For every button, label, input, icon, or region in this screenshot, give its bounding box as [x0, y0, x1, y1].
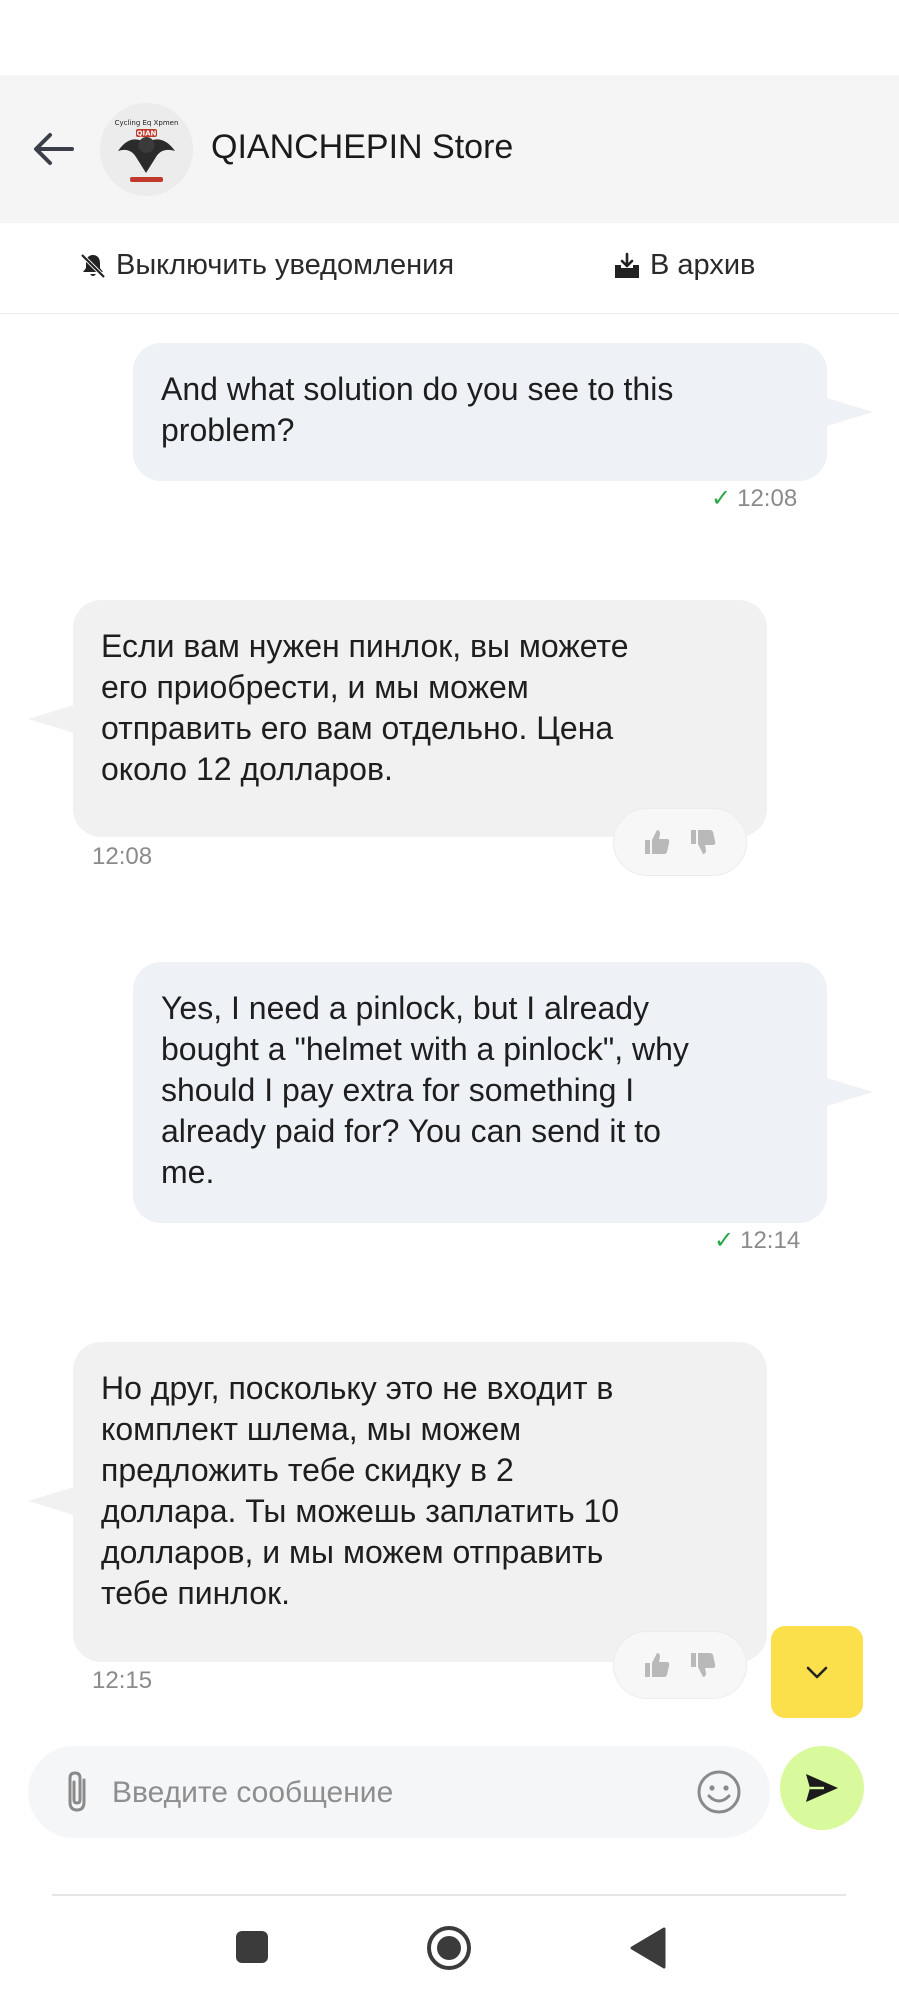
message-text-line: тебе пинлок. [101, 1575, 290, 1611]
chevron-down-icon [806, 1666, 828, 1679]
chat-screen: Cycling Eq Xpmen QIAN QIANCHEPIN Store В… [0, 0, 899, 2000]
back-button[interactable] [28, 123, 80, 175]
message-text-line: already paid for? You can send it to [161, 1113, 661, 1149]
paperclip-icon [68, 1771, 86, 1812]
message-text-line: предложить тебе скидку в 2 [101, 1452, 514, 1488]
message-text-line: Если вам нужен пинлок, вы можете [101, 628, 629, 664]
message-time-text: 12:15 [92, 1667, 153, 1694]
divider [52, 1894, 846, 1896]
mute-notifications-label: Выключить уведомления [116, 249, 455, 281]
message-text-line: отправить его вам отдельно. Цена [101, 710, 614, 746]
bubble-tail [827, 1078, 873, 1106]
message-input[interactable] [110, 1746, 694, 1840]
message-time-text: 12:14 [740, 1227, 801, 1254]
attach-button[interactable] [58, 1768, 98, 1816]
message-text-line: комплект шлема, мы можем [101, 1411, 522, 1447]
smile-icon [697, 1770, 741, 1814]
message-bubble-incoming[interactable]: Если вам нужен пинлок, вы можете его при… [73, 600, 767, 837]
bubble-tail [28, 705, 74, 733]
square-icon [236, 1931, 268, 1963]
message-bubble-outgoing[interactable]: And what solution do you see to this pro… [133, 343, 827, 481]
archive-button[interactable]: В архив [612, 249, 755, 282]
archive-icon [615, 252, 639, 278]
svg-text:Cycling Eq Xpmen: Cycling Eq Xpmen [115, 119, 179, 127]
recents-button[interactable] [235, 1930, 269, 1964]
message-text-line: долларов, и мы можем отправить [101, 1534, 604, 1570]
read-check-icon: ✓ [714, 1227, 735, 1254]
message-rating [613, 808, 747, 876]
circle-icon [427, 1926, 471, 1970]
send-button[interactable] [780, 1746, 864, 1830]
arrow-left-icon [34, 133, 74, 165]
mute-notifications-button[interactable]: Выключить уведомления [78, 249, 454, 282]
message-text-line: Но друг, поскольку это не входит в [101, 1370, 614, 1406]
message-time: ✓ 12:14 [714, 1226, 800, 1255]
svg-text:QIAN: QIAN [137, 130, 157, 138]
message-text-line: bought a "helmet with a pinlock", why [161, 1031, 689, 1067]
scroll-to-bottom-button[interactable] [771, 1626, 863, 1718]
archive-label: В архив [650, 249, 756, 281]
thumbs-up-icon[interactable] [642, 1650, 672, 1680]
message-time: 12:08 [92, 843, 152, 871]
message-bubble-outgoing[interactable]: Yes, I need a pinlock, but I already bou… [133, 962, 827, 1223]
send-icon [806, 1774, 838, 1802]
read-check-icon: ✓ [711, 485, 732, 512]
emoji-button[interactable] [696, 1769, 742, 1815]
bubble-tail [28, 1487, 74, 1515]
message-text-line: около 12 долларов. [101, 751, 393, 787]
system-nav-bar [0, 1900, 899, 2000]
message-composer [28, 1746, 770, 1840]
triangle-back-icon [630, 1927, 666, 1969]
message-bubble-incoming[interactable]: Но друг, поскольку это не входит в компл… [73, 1342, 767, 1662]
store-logo-icon: Cycling Eq Xpmen QIAN [100, 103, 193, 196]
thumbs-down-icon[interactable] [688, 1650, 718, 1680]
message-text-line: доллара. Ты можешь заплатить 10 [101, 1493, 620, 1529]
message-time: 12:15 [92, 1667, 152, 1695]
message-time-text: 12:08 [92, 843, 153, 870]
message-text-line: problem? [161, 412, 295, 448]
thumbs-down-icon[interactable] [688, 827, 718, 857]
back-nav-button[interactable] [630, 1927, 666, 1969]
chat-actions-bar: Выключить уведомления В архив [0, 223, 899, 314]
store-avatar[interactable]: Cycling Eq Xpmen QIAN [100, 103, 193, 196]
message-text-line: And what solution do you see to this [161, 371, 674, 407]
thumbs-up-icon[interactable] [642, 827, 672, 857]
message-text-line: Yes, I need a pinlock, but I already [161, 990, 650, 1026]
home-button[interactable] [426, 1925, 472, 1971]
message-text-line: should I pay extra for something I [161, 1072, 635, 1108]
message-text-line: me. [161, 1154, 215, 1190]
message-time-text: 12:08 [737, 485, 798, 512]
chat-header: Cycling Eq Xpmen QIAN QIANCHEPIN Store [0, 75, 899, 223]
bell-off-icon [80, 253, 106, 278]
store-name[interactable]: QIANCHEPIN Store [211, 128, 513, 167]
message-text-line: его приобрести, и мы можем [101, 669, 529, 705]
bubble-tail [827, 398, 873, 426]
message-rating [613, 1631, 747, 1699]
message-time: ✓ 12:08 [711, 484, 797, 513]
